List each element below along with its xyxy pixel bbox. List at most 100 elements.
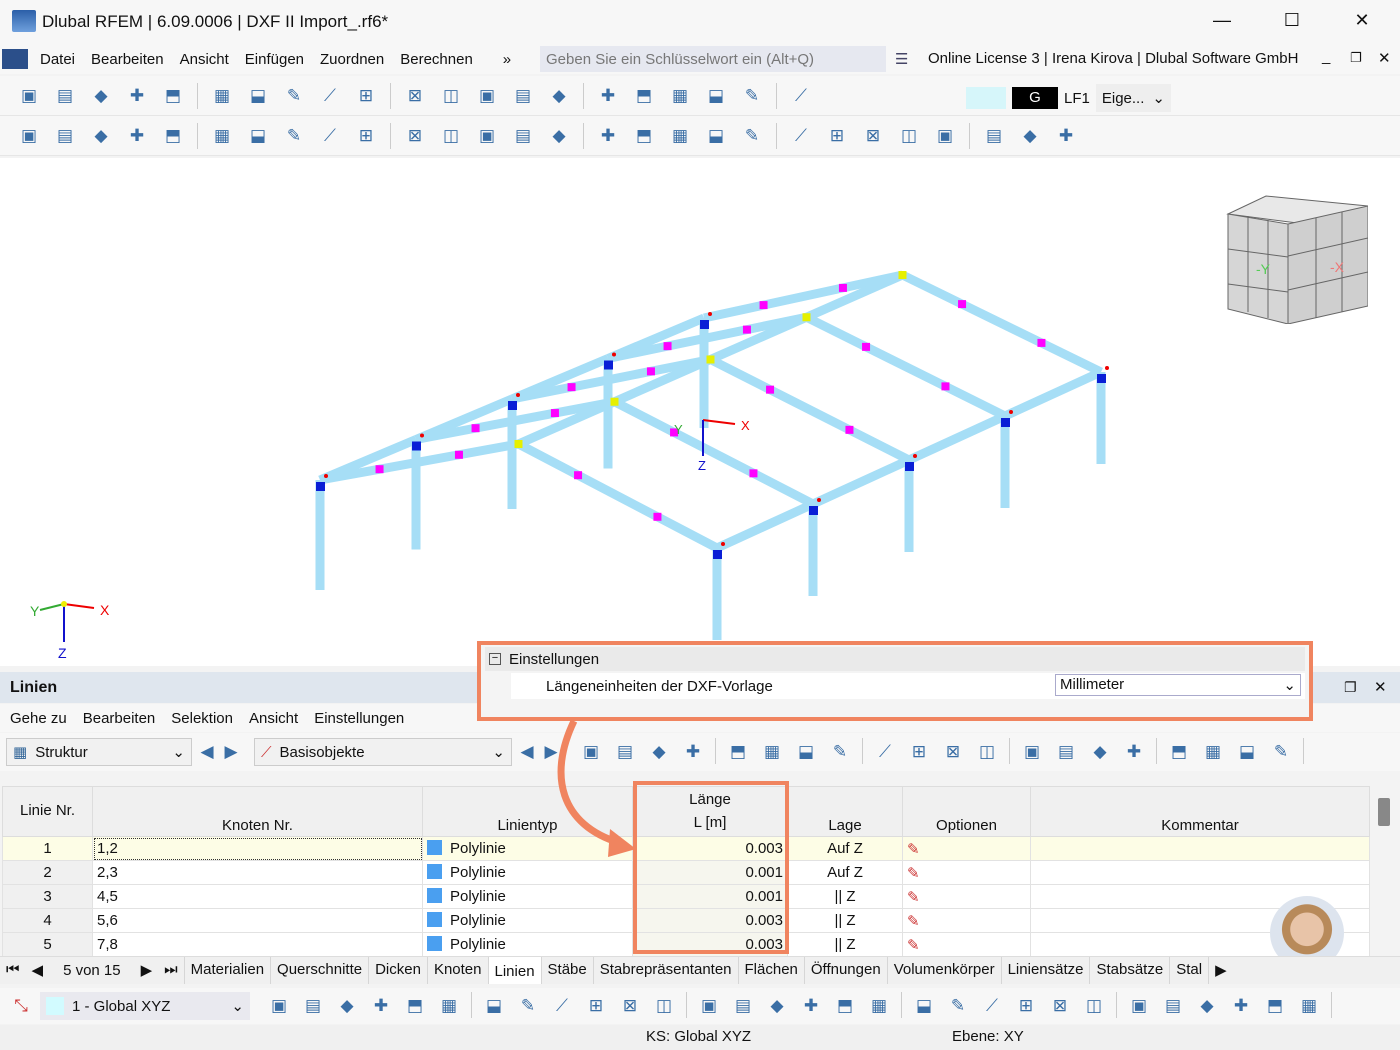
cell-line-type[interactable]: Polylinie [422,884,633,909]
view4-icon[interactable]: ✚ [366,992,396,1020]
circle-icon[interactable]: ⊞ [1011,992,1041,1020]
panel-close-button[interactable]: ✕ [1378,49,1391,67]
parallel-icon[interactable]: ✎ [943,992,973,1020]
model-icon[interactable]: ✚ [122,82,152,110]
cell-nodes[interactable]: 4,5 [92,884,423,909]
menu-datei[interactable]: Datei [32,51,83,68]
load-line-icon[interactable]: ▤ [508,122,538,150]
label-icon[interactable]: ▤ [1051,738,1081,766]
panel-close-x-button[interactable]: ✕ [1374,678,1387,696]
structure-select[interactable]: ▦ Struktur ⌄ [6,738,192,766]
copy-icon[interactable]: ⬓ [791,738,821,766]
grid2-icon[interactable]: ▤ [1158,992,1188,1020]
tab-10[interactable]: Liniensätze [1002,957,1091,984]
cell-options[interactable]: ✎ [902,908,1031,933]
delete-icon[interactable]: ▦ [757,738,787,766]
section-cut-icon[interactable]: ⟋ [786,122,816,150]
node[interactable] [809,506,818,515]
cell-comment[interactable] [1030,836,1370,861]
node-point[interactable] [1009,410,1013,414]
cell-options[interactable]: ✎ [902,836,1031,861]
cube-icon[interactable]: ▣ [930,122,960,150]
deformation-icon[interactable]: ⊠ [858,122,888,150]
cell-nodes[interactable]: 5,6 [92,908,423,933]
panel-menu-view[interactable]: Ansicht [241,710,306,727]
redo-icon[interactable]: ⊠ [400,82,430,110]
tab-9[interactable]: Volumenkörper [888,957,1002,984]
coordinate-icon[interactable]: ⬒ [629,122,659,150]
column-icon[interactable]: ◫ [436,122,466,150]
structure-model[interactable]: X Y Z [0,158,1400,666]
tab-2[interactable]: Dicken [369,957,428,984]
length-unit-select[interactable]: Millimeter ⌄ [1055,674,1301,696]
perp-icon[interactable]: ▣ [694,992,724,1020]
grid-view-icon[interactable]: ✚ [1051,122,1081,150]
console-icon[interactable]: ✚ [593,82,623,110]
member[interactable] [804,313,1008,421]
cell-position[interactable]: Auf Z [787,836,903,861]
panel-restore-button[interactable]: ❐ [1350,50,1362,66]
menu-zuordnen[interactable]: Zuordnen [312,51,392,68]
member[interactable] [1003,367,1103,421]
menu-ansicht[interactable]: Ansicht [172,51,237,68]
line-icon[interactable]: ▤ [50,122,80,150]
node-point[interactable] [817,498,821,502]
formula-edit-icon[interactable]: ✚ [1119,738,1149,766]
print-icon[interactable]: ⬓ [1232,738,1262,766]
node-point[interactable] [516,393,520,397]
member[interactable] [708,355,912,465]
member[interactable] [907,411,1007,465]
node-point[interactable] [612,352,616,357]
more-icon[interactable]: ⬓ [479,992,509,1020]
panel-undock-button[interactable]: ❐ [1344,679,1357,696]
node-point[interactable] [420,433,424,438]
search-settings-icon[interactable]: ☰ [895,50,908,68]
add-icon[interactable]: ⬒ [723,738,753,766]
dimension-icon[interactable]: ▤ [508,82,538,110]
magnet-icon[interactable]: ▤ [728,992,758,1020]
export-icon[interactable]: ✎ [279,82,309,110]
cell-options[interactable]: ✎ [902,884,1031,909]
report-icon[interactable]: ⟋ [315,82,345,110]
member[interactable] [715,499,815,553]
ortho-icon[interactable]: ◫ [649,992,679,1020]
save-icon[interactable]: ▦ [207,82,237,110]
tab-7[interactable]: Flächen [739,957,805,984]
select-icon[interactable]: ✎ [737,82,767,110]
square-x-icon[interactable]: ⬒ [830,992,860,1020]
panel-minimize-button[interactable]: _ [1322,48,1330,65]
load-member-icon[interactable]: ◆ [544,122,574,150]
box-icon[interactable]: ◆ [762,992,792,1020]
cell-position[interactable]: || Z [787,884,903,909]
member[interactable] [900,270,1103,377]
dlubal-center-icon[interactable]: ◆ [86,82,116,110]
node[interactable] [713,550,722,559]
line-icon[interactable]: ⬓ [909,992,939,1020]
3d-viewport[interactable]: X Y Z [0,158,1400,666]
filter-icon[interactable]: ⬓ [701,122,731,150]
print-icon[interactable]: ⬓ [243,82,273,110]
panel-menu-settings[interactable]: Einstellungen [306,710,412,727]
member[interactable] [703,270,904,323]
plate-icon[interactable]: ◫ [894,122,924,150]
sort-icon[interactable]: ⊠ [938,738,968,766]
open-icon[interactable]: ▤ [50,82,80,110]
box-icon[interactable]: ⊠ [400,122,430,150]
snap-icon[interactable]: ⟋ [547,992,577,1020]
section-icon[interactable]: ⬓ [243,122,273,150]
dots-icon[interactable]: ▣ [1124,992,1154,1020]
last-page-button[interactable]: ⏭ [158,957,185,984]
export-icon[interactable]: ◫ [972,738,1002,766]
view-cube[interactable]: -Y -X [1226,194,1370,325]
new-model-icon[interactable]: ▣ [14,82,44,110]
surface-icon[interactable]: ✎ [279,122,309,150]
menu-einfuegen[interactable]: Einfügen [237,51,312,68]
tab-3[interactable]: Knoten [428,957,489,984]
view1-icon[interactable]: ▣ [264,992,294,1020]
script-icon[interactable]: ⬒ [629,82,659,110]
node[interactable] [1097,374,1106,383]
tab-11[interactable]: Stabsätze [1090,957,1171,984]
member[interactable] [612,397,816,509]
opening-icon[interactable]: ⊞ [351,122,381,150]
member-icon[interactable]: ⬒ [1260,992,1290,1020]
